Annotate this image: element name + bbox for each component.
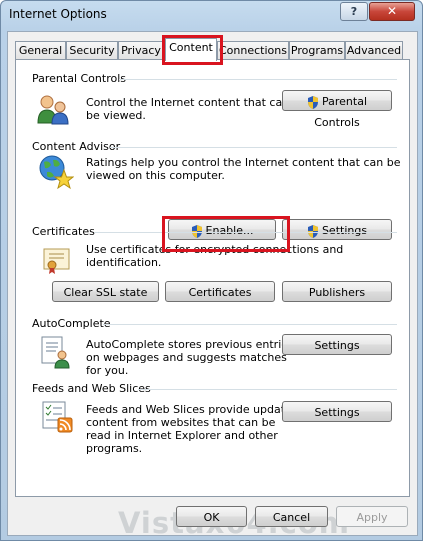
tab-security[interactable]: Security xyxy=(66,41,118,60)
autocomplete-desc-line3: for you. xyxy=(86,364,129,377)
parental-controls-desc-line1: Control the Internet content that can xyxy=(86,96,290,109)
separator xyxy=(110,147,397,148)
tab-advanced[interactable]: Advanced xyxy=(345,41,403,60)
feeds-title: Feeds and Web Slices xyxy=(32,382,151,395)
tab-privacy[interactable]: Privacy xyxy=(118,41,164,60)
publishers-button[interactable]: Publishers xyxy=(282,281,392,302)
certificates-button[interactable]: Certificates xyxy=(165,281,275,302)
dialog-client: General Security Privacy Content Connect… xyxy=(7,31,418,540)
autocomplete-desc-line1: AutoComplete stores previous entries xyxy=(86,338,294,351)
help-button[interactable]: ? xyxy=(340,2,368,21)
content-advisor-globe-icon xyxy=(39,155,74,190)
close-button[interactable]: ✕ xyxy=(369,2,415,21)
content-advisor-settings-label: Settings xyxy=(321,224,368,237)
window-title: Internet Options xyxy=(9,7,107,21)
tab-connections[interactable]: Connections xyxy=(217,41,289,60)
feeds-settings-button[interactable]: Settings xyxy=(282,401,392,422)
enable-button-highlight xyxy=(162,216,290,252)
apply-button[interactable]: Apply xyxy=(336,506,408,527)
separator xyxy=(138,389,397,390)
content-advisor-desc-line2: viewed on this computer. xyxy=(86,169,225,182)
cancel-button[interactable]: Cancel xyxy=(255,506,328,527)
uac-shield-icon xyxy=(307,224,318,238)
parental-controls-desc-line2: be viewed. xyxy=(86,109,146,122)
feeds-desc-line1: Feeds and Web Slices provide updated xyxy=(86,403,299,416)
parental-controls-button-label: Parental Controls xyxy=(314,95,367,129)
certificates-title: Certificates xyxy=(32,225,95,238)
parental-controls-button[interactable]: Parental Controls xyxy=(282,90,392,129)
separator xyxy=(103,324,397,325)
content-advisor-title: Content Advisor xyxy=(32,140,121,153)
parental-controls-icon xyxy=(37,95,69,125)
autocomplete-title: AutoComplete xyxy=(32,317,111,330)
feeds-desc-line2: content from websites that can be xyxy=(86,416,276,429)
content-tab-highlight xyxy=(162,35,223,65)
internet-options-window: Internet Options ? ✕ General Security Pr… xyxy=(0,0,423,541)
content-advisor-desc-line1: Ratings help you control the Internet co… xyxy=(86,156,401,169)
clear-ssl-state-button[interactable]: Clear SSL state xyxy=(52,281,159,302)
certificate-icon xyxy=(43,248,70,274)
feeds-desc-line3: read in Internet Explorer and other xyxy=(86,429,278,442)
separator xyxy=(119,79,397,80)
parental-controls-title: Parental Controls xyxy=(32,72,126,85)
autocomplete-settings-button[interactable]: Settings xyxy=(282,334,392,355)
feeds-icon xyxy=(42,401,73,433)
uac-shield-icon xyxy=(307,95,318,109)
ok-button[interactable]: OK xyxy=(176,506,247,527)
tab-general[interactable]: General xyxy=(15,41,66,60)
title-bar: Internet Options ? ✕ xyxy=(1,1,422,29)
feeds-desc-line4: programs. xyxy=(86,442,143,455)
content-advisor-settings-button[interactable]: Settings xyxy=(282,219,392,240)
autocomplete-desc-line2: on webpages and suggests matches xyxy=(86,351,287,364)
tab-programs[interactable]: Programs xyxy=(289,41,345,60)
content-tab-panel: Parental Controls Control the Internet c… xyxy=(15,59,410,497)
autocomplete-icon xyxy=(41,336,70,369)
